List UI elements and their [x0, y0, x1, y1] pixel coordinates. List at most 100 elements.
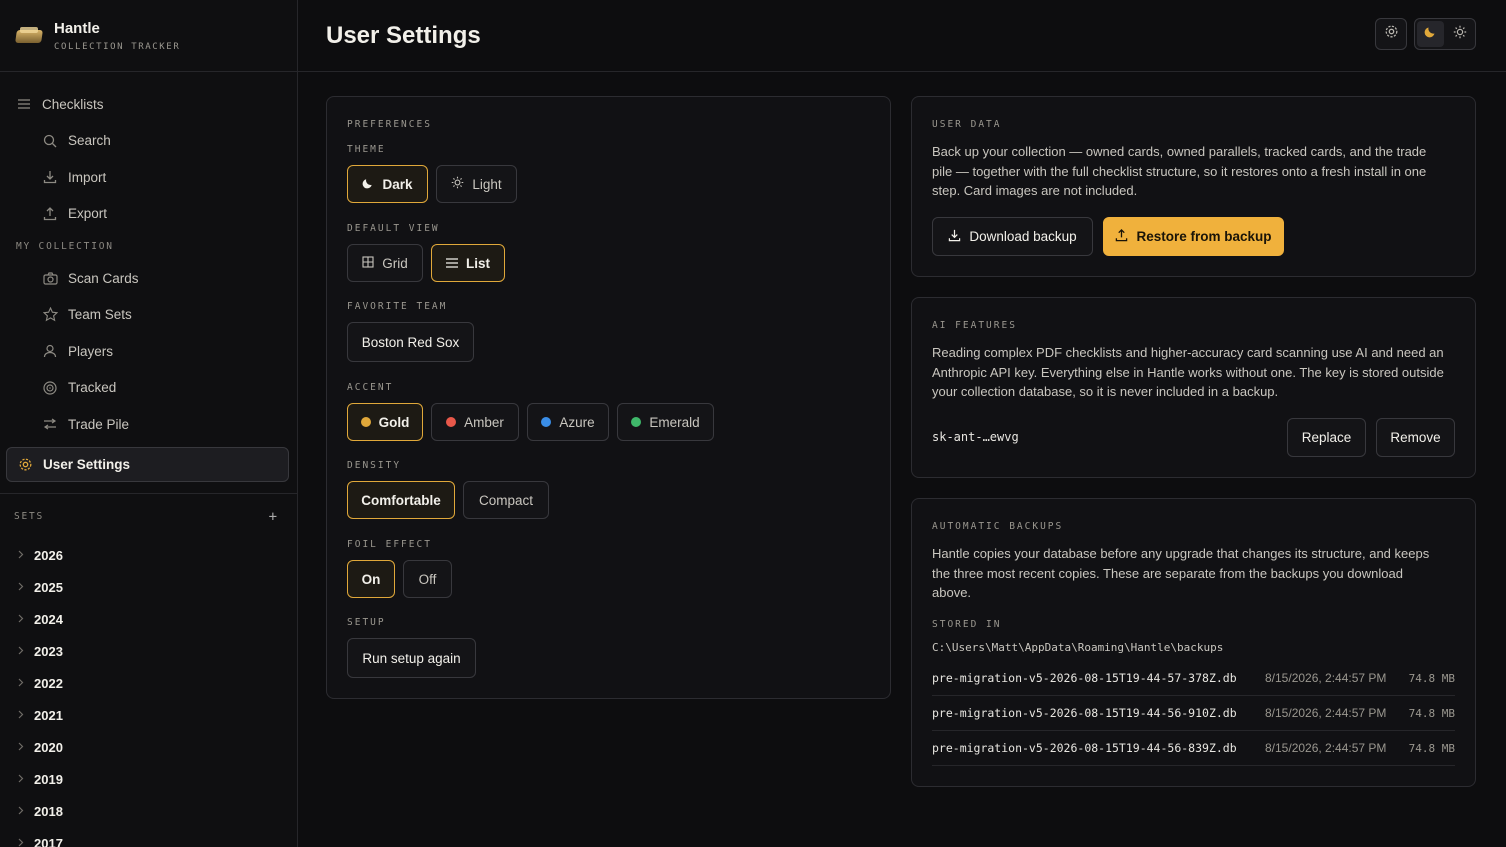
- stored-in-label: STORED IN: [932, 619, 1002, 630]
- sidebar-item-label: Search: [68, 133, 111, 149]
- set-year-2021[interactable]: 2021: [0, 700, 297, 732]
- set-year-2025[interactable]: 2025: [0, 572, 297, 604]
- set-year-2023[interactable]: 2023: [0, 636, 297, 668]
- search-icon: [42, 133, 58, 149]
- user-data-card: USER DATA Back up your collection — owne…: [911, 96, 1476, 277]
- accent-emerald-button[interactable]: Emerald: [617, 403, 714, 441]
- settings-button[interactable]: [1375, 18, 1407, 50]
- azure-swatch: [541, 417, 552, 427]
- restore-backup-label: Restore from backup: [1136, 229, 1272, 244]
- remove-key-button[interactable]: Remove: [1376, 418, 1455, 457]
- backup-file-row: pre-migration-v5-2026-08-15T19-44-57-378…: [932, 661, 1455, 696]
- set-year-label: 2019: [34, 772, 63, 787]
- chevron-right-icon: [18, 838, 28, 847]
- section-my-collection: MY COLLECTION: [16, 240, 114, 252]
- favorite-team-select[interactable]: Boston Red Sox: [347, 322, 474, 362]
- camera-icon: [42, 270, 58, 286]
- set-year-label: 2018: [34, 804, 63, 819]
- set-year-label: 2023: [34, 644, 63, 659]
- sun-icon: [1453, 25, 1467, 44]
- density-label: DENSITY: [347, 460, 402, 471]
- grid-icon: [362, 255, 374, 271]
- set-year-2018[interactable]: 2018: [0, 796, 297, 828]
- brand: Hantle COLLECTION TRACKER: [0, 0, 297, 72]
- set-year-label: 2022: [34, 676, 63, 691]
- theme-dark-label: Dark: [382, 176, 413, 192]
- page-title: User Settings: [326, 21, 481, 49]
- accent-azure-button[interactable]: Azure: [527, 403, 609, 441]
- hantle-logo-icon: [15, 26, 43, 45]
- set-year-2024[interactable]: 2024: [0, 604, 297, 636]
- preferences-card: PREFERENCES THEME Dark Light DEFAULT VIE…: [326, 96, 891, 699]
- sidebar-item-import[interactable]: Import: [0, 159, 297, 196]
- favorite-team-label: FAVORITE TEAM: [347, 301, 448, 312]
- ai-text-line: Anthropic API key. Everything else in Ha…: [932, 364, 1444, 380]
- list-icon: [445, 256, 458, 271]
- backup-file-name: pre-migration-v5-2026-08-15T19-44-56-910…: [932, 706, 1237, 720]
- sidebar-item-label: Export: [68, 206, 108, 222]
- download-icon: [42, 169, 58, 185]
- sidebar-item-export[interactable]: Export: [0, 196, 297, 233]
- theme-label: THEME: [347, 144, 386, 155]
- theme-dark-button[interactable]: Dark: [347, 165, 428, 203]
- auto-text-line: the three most recent copies. These are …: [932, 565, 1403, 581]
- automatic-backups-card: AUTOMATIC BACKUPS Hantle copies your dat…: [911, 498, 1476, 787]
- add-set-button[interactable]: +: [269, 509, 277, 525]
- accent-gold-button[interactable]: Gold: [347, 403, 423, 441]
- set-year-label: 2025: [34, 580, 63, 595]
- sidebar-item-tracked[interactable]: Tracked: [0, 370, 297, 407]
- sidebar-item-scan-cards[interactable]: Scan Cards: [0, 260, 297, 297]
- moon-icon: [1424, 25, 1437, 43]
- backup-file-name: pre-migration-v5-2026-08-15T19-44-56-839…: [932, 741, 1237, 755]
- setup-label: SETUP: [347, 617, 386, 628]
- view-grid-button[interactable]: Grid: [347, 244, 423, 282]
- replace-key-button[interactable]: Replace: [1287, 418, 1366, 457]
- brand-subtitle: COLLECTION TRACKER: [54, 41, 181, 52]
- sidebar-item-team-sets[interactable]: Team Sets: [0, 297, 297, 334]
- main-content: User Settings PREFERENCES THEME Dark Lig…: [298, 0, 1506, 847]
- set-year-2022[interactable]: 2022: [0, 668, 297, 700]
- sidebar-item-search[interactable]: Search: [0, 123, 297, 160]
- sidebar-item-user-settings[interactable]: User Settings: [6, 446, 289, 482]
- chevron-right-icon: [18, 582, 28, 594]
- light-mode-toggle[interactable]: [1446, 21, 1473, 47]
- foil-on-button[interactable]: On: [347, 560, 395, 598]
- sidebar-nav: Checklists Search Import Export MY COLLE…: [0, 72, 297, 482]
- backup-file-name: pre-migration-v5-2026-08-15T19-44-57-378…: [932, 671, 1237, 685]
- sidebar-item-checklists[interactable]: Checklists: [0, 86, 297, 123]
- sidebar-item-label: Checklists: [42, 96, 104, 112]
- chevron-right-icon: [18, 646, 28, 658]
- accent-amber-button[interactable]: Amber: [431, 403, 519, 441]
- gear-icon: [17, 456, 33, 472]
- sun-icon: [451, 176, 464, 192]
- run-setup-button[interactable]: Run setup again: [347, 638, 476, 678]
- foil-effect-label: FOIL EFFECT: [347, 539, 432, 550]
- set-year-2019[interactable]: 2019: [0, 764, 297, 796]
- dark-mode-toggle[interactable]: [1417, 21, 1444, 47]
- set-year-2020[interactable]: 2020: [0, 732, 297, 764]
- set-year-label: 2020: [34, 740, 63, 755]
- api-key-value: sk-ant-…ewvg: [932, 430, 1019, 444]
- download-backup-button[interactable]: Download backup: [932, 217, 1093, 256]
- user-icon: [42, 343, 58, 359]
- upload-icon: [1115, 228, 1128, 245]
- backup-file-date: 8/15/2026, 2:44:57 PM: [1265, 671, 1387, 685]
- theme-toggle[interactable]: [1414, 18, 1476, 50]
- theme-light-button[interactable]: Light: [436, 165, 517, 203]
- sidebar-item-trade-pile[interactable]: Trade Pile: [0, 406, 297, 443]
- download-icon: [948, 229, 961, 245]
- backup-file-size: 74.8 MB: [1408, 741, 1455, 755]
- user-data-label: USER DATA: [932, 119, 1002, 130]
- default-view-label: DEFAULT VIEW: [347, 223, 440, 234]
- sidebar-item-players[interactable]: Players: [0, 333, 297, 370]
- set-year-2017[interactable]: 2017: [0, 828, 297, 847]
- set-year-label: 2026: [34, 548, 63, 563]
- foil-off-button[interactable]: Off: [403, 560, 452, 598]
- upload-icon: [42, 206, 58, 222]
- density-compact-button[interactable]: Compact: [463, 481, 549, 519]
- density-comfortable-button[interactable]: Comfortable: [347, 481, 455, 519]
- sidebar-item-label: Tracked: [68, 380, 117, 396]
- set-year-2026[interactable]: 2026: [0, 540, 297, 572]
- restore-backup-button[interactable]: Restore from backup: [1103, 217, 1284, 256]
- view-list-button[interactable]: List: [431, 244, 505, 282]
